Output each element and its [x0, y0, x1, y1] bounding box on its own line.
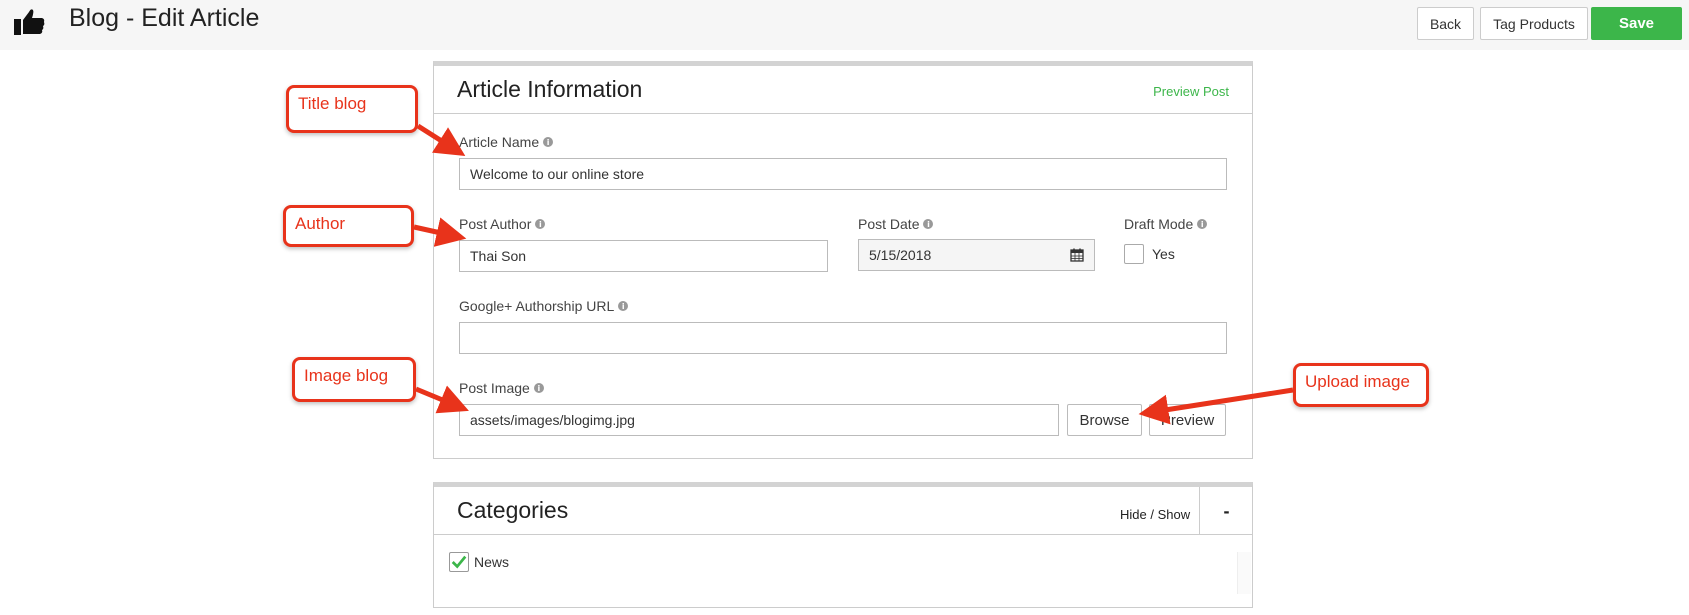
callout-author: Author [283, 205, 414, 247]
preview-button[interactable]: Preview [1149, 404, 1226, 436]
calendar-icon[interactable] [1070, 248, 1084, 262]
panel-title: Article Information [457, 76, 643, 102]
post-date-label-text: Post Date [858, 216, 920, 232]
post-date-value: 5/15/2018 [869, 247, 932, 263]
post-author-label: Post Author i [459, 216, 546, 232]
post-image-label-text: Post Image [459, 380, 530, 396]
top-bar: Blog - Edit Article Back Tag Products Sa… [0, 0, 1689, 50]
article-name-input[interactable]: Welcome to our online store [459, 158, 1227, 190]
info-icon: i [1197, 219, 1208, 229]
category-news-label: News [474, 554, 510, 570]
google-authorship-label-text: Google+ Authorship URL [459, 298, 615, 314]
google-authorship-input[interactable] [459, 322, 1227, 354]
browse-button[interactable]: Browse [1067, 404, 1142, 436]
callout-image-blog: Image blog [292, 357, 416, 402]
post-image-input[interactable]: assets/images/blogimg.jpg [459, 404, 1059, 436]
save-button[interactable]: Save [1591, 7, 1682, 40]
article-information-panel: Article Information Preview Post Article… [433, 61, 1253, 459]
post-author-input[interactable]: Thai Son [459, 240, 828, 272]
thumbs-up-icon [14, 9, 45, 35]
post-author-label-text: Post Author [459, 216, 532, 232]
tag-products-button[interactable]: Tag Products [1480, 7, 1588, 40]
categories-panel: Categories Hide / Show - News [433, 482, 1253, 608]
post-image-label: Post Image i [459, 380, 544, 396]
post-date-input[interactable]: 5/15/2018 [858, 239, 1095, 271]
checkmark-icon [451, 555, 467, 569]
info-icon: i [543, 137, 554, 147]
info-icon: i [535, 219, 546, 229]
collapse-button[interactable]: - [1199, 487, 1253, 535]
google-authorship-label: Google+ Authorship URL i [459, 298, 629, 314]
category-news-checkbox[interactable] [449, 552, 469, 572]
post-date-label: Post Date i [858, 216, 934, 232]
callout-title-blog: Title blog [286, 85, 418, 133]
panel-header: Article Information Preview Post [434, 66, 1252, 114]
back-button[interactable]: Back [1417, 7, 1474, 40]
preview-post-link[interactable]: Preview Post [1153, 84, 1229, 99]
draft-mode-label-text: Draft Mode [1124, 216, 1194, 232]
category-list-scrollbar[interactable] [1237, 552, 1251, 594]
article-name-label: Article Name i [459, 134, 554, 150]
article-name-label-text: Article Name [459, 134, 540, 150]
callout-upload-image: Upload image [1293, 363, 1429, 407]
panel-title: Categories [457, 497, 569, 523]
info-icon: i [923, 219, 934, 229]
hide-show-toggle[interactable]: Hide / Show [1120, 507, 1190, 522]
draft-mode-checkbox[interactable] [1124, 244, 1144, 264]
info-icon: i [618, 301, 629, 311]
panel-header: Categories Hide / Show - [434, 487, 1252, 535]
page-title: Blog - Edit Article [69, 4, 260, 32]
info-icon: i [533, 383, 544, 393]
draft-mode-yes-label: Yes [1152, 246, 1175, 262]
draft-mode-label: Draft Mode i [1124, 216, 1208, 232]
